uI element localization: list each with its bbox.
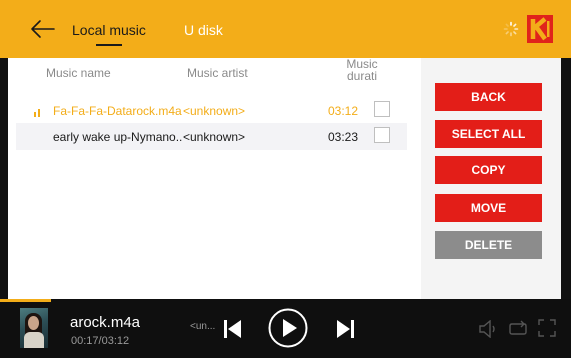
column-header-name: Music name bbox=[46, 66, 111, 80]
music-name: Fa-Fa-Fa-Datarock.m4a bbox=[53, 104, 182, 118]
content-panel: Music name Music artist Music durati Fa-… bbox=[8, 58, 561, 299]
kodak-logo-icon bbox=[527, 15, 553, 43]
tab-active-indicator bbox=[96, 44, 122, 46]
loading-spinner-icon bbox=[503, 21, 519, 37]
back-arrow-icon[interactable] bbox=[30, 17, 56, 41]
move-button[interactable]: MOVE bbox=[435, 194, 542, 222]
column-header-artist: Music artist bbox=[187, 66, 248, 80]
play-icon[interactable] bbox=[268, 308, 308, 348]
speaker-icon[interactable] bbox=[478, 320, 498, 338]
tab-u-disk[interactable]: U disk bbox=[184, 22, 223, 38]
delete-button[interactable]: DELETE bbox=[435, 231, 542, 259]
top-bar: Local music U disk bbox=[0, 0, 571, 58]
table-row[interactable]: early wake up-Nymano.... <unknown> 03:23 bbox=[16, 123, 407, 150]
tab-local-music[interactable]: Local music bbox=[72, 22, 146, 38]
copy-button[interactable]: COPY bbox=[435, 156, 542, 184]
action-sidebar: BACK SELECT ALL COPY MOVE DELETE bbox=[421, 58, 561, 299]
back-button[interactable]: BACK bbox=[435, 83, 542, 111]
playback-progress-bar[interactable] bbox=[0, 299, 52, 302]
music-artist: <unknown> bbox=[183, 130, 246, 144]
music-duration: 03:12 bbox=[328, 104, 359, 118]
column-header-duration: Music durati bbox=[346, 57, 378, 83]
repeat-icon[interactable] bbox=[508, 320, 528, 338]
previous-track-icon[interactable] bbox=[224, 319, 242, 339]
next-track-icon[interactable] bbox=[336, 319, 354, 339]
music-name: early wake up-Nymano.... bbox=[53, 130, 183, 144]
now-playing-time: 00:17/03:12 bbox=[71, 335, 130, 347]
now-playing-artist: <un... bbox=[190, 321, 216, 332]
now-playing-title: arock.m4a bbox=[70, 314, 141, 331]
select-all-button[interactable]: SELECT ALL bbox=[435, 120, 542, 148]
table-row[interactable]: Fa-Fa-Fa-Datarock.m4a <unknown> 03:12 bbox=[16, 97, 407, 124]
music-artist: <unknown> bbox=[183, 104, 246, 118]
fullscreen-icon[interactable] bbox=[538, 319, 556, 337]
player-bar: arock.m4a 00:17/03:12 <un... bbox=[0, 299, 571, 358]
now-playing-equalizer-icon bbox=[34, 109, 40, 117]
music-duration: 03:23 bbox=[328, 130, 359, 144]
row-checkbox[interactable] bbox=[374, 127, 390, 143]
row-checkbox[interactable] bbox=[374, 101, 390, 117]
album-cover[interactable] bbox=[20, 308, 48, 348]
